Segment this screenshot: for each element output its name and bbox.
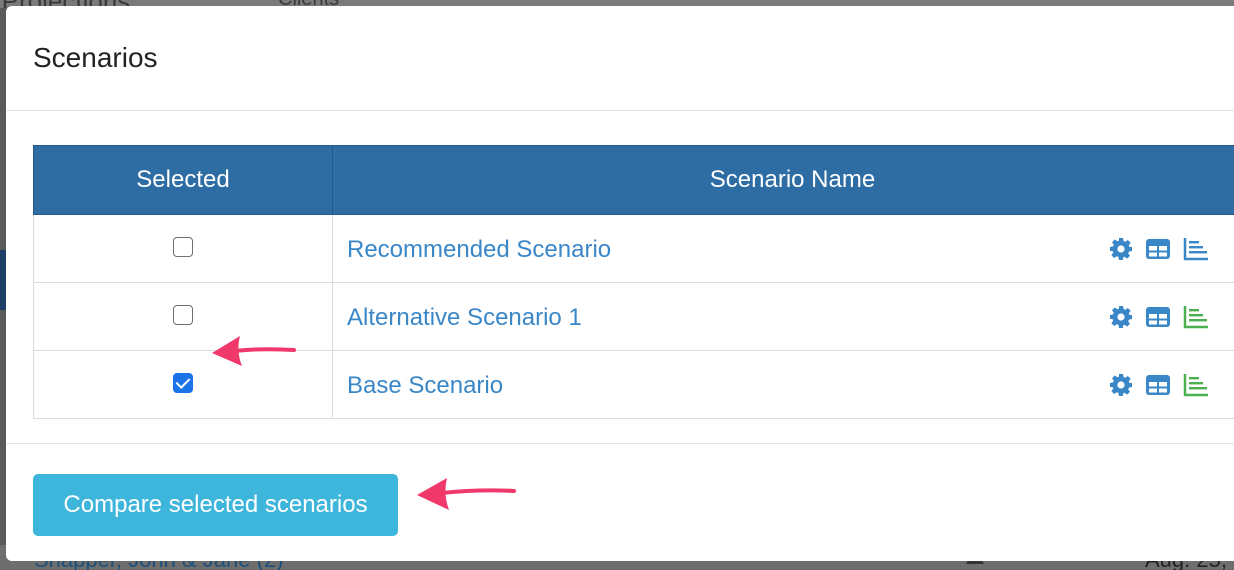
- table-row: Recommended Scenario: [33, 214, 1234, 283]
- modal-header: Scenarios: [6, 6, 1234, 111]
- row-actions: [1109, 237, 1209, 261]
- select-checkbox[interactable]: [173, 237, 193, 258]
- table-icon[interactable]: [1145, 237, 1171, 261]
- column-header-selected: Selected: [33, 145, 333, 215]
- gear-icon[interactable]: [1109, 373, 1133, 397]
- table-header-row: Selected Scenario Name: [33, 145, 1234, 215]
- scenario-name-cell: Base Scenario: [332, 350, 1234, 419]
- gear-icon[interactable]: [1109, 237, 1133, 261]
- gear-icon[interactable]: [1109, 305, 1133, 329]
- bar-chart-icon[interactable]: [1183, 373, 1209, 397]
- annotation-arrow-icon: [212, 336, 296, 366]
- bar-chart-icon[interactable]: [1183, 237, 1209, 261]
- scenario-name-cell: Alternative Scenario 1: [332, 282, 1234, 351]
- table-icon[interactable]: [1145, 373, 1171, 397]
- modal-footer: Compare selected scenarios: [6, 444, 1234, 562]
- scenarios-table: Selected Scenario Name Recommended Scena…: [33, 145, 1234, 419]
- selected-cell: [33, 214, 333, 283]
- row-actions: [1109, 305, 1209, 329]
- compare-selected-scenarios-button[interactable]: Compare selected scenarios: [33, 474, 398, 536]
- scenario-link[interactable]: Base Scenario: [347, 372, 503, 400]
- table-icon[interactable]: [1145, 305, 1171, 329]
- scenario-link[interactable]: Recommended Scenario: [347, 236, 611, 264]
- select-checkbox[interactable]: [173, 305, 193, 326]
- row-actions: [1109, 373, 1209, 397]
- modal-body: Selected Scenario Name Recommended Scena…: [6, 111, 1234, 444]
- modal-title: Scenarios: [33, 42, 158, 73]
- bar-chart-icon[interactable]: [1183, 305, 1209, 329]
- annotation-arrow-icon: [417, 478, 516, 510]
- select-checkbox-checked[interactable]: [173, 373, 193, 394]
- column-header-scenario-name: Scenario Name: [332, 145, 1234, 215]
- scenario-name-cell: Recommended Scenario: [332, 214, 1234, 283]
- scenario-link[interactable]: Alternative Scenario 1: [347, 304, 582, 332]
- scenarios-modal: Scenarios Selected Scenario Name Recomme…: [6, 6, 1234, 561]
